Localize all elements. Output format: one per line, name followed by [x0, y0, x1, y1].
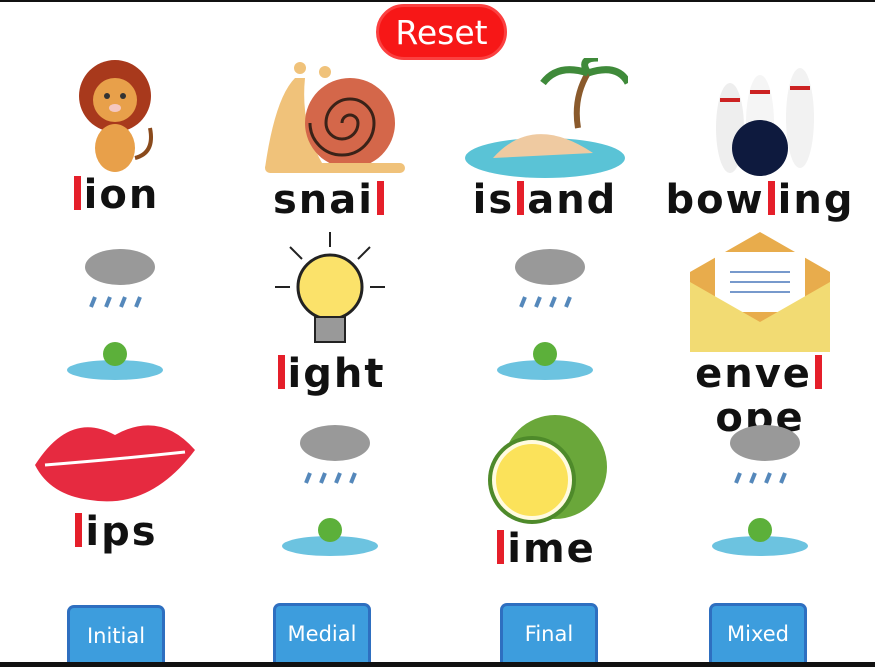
word-lips: ips [15, 510, 215, 554]
rain-frog-icon [282, 425, 378, 556]
card-lion[interactable]: ion [15, 58, 215, 217]
card-lips[interactable]: ips [15, 410, 215, 554]
card-lime[interactable]: ime [445, 412, 645, 571]
word-lion: ion [15, 173, 215, 217]
initial-button[interactable]: Initial [67, 605, 165, 663]
word-snail: snai [230, 178, 430, 222]
card-snail[interactable]: snai [230, 58, 430, 222]
rain-frog-icon [497, 249, 593, 380]
rain-frog-icon [712, 425, 808, 556]
envelope-icon [690, 232, 830, 352]
final-button[interactable]: Final [500, 603, 598, 662]
word-lime: ime [445, 527, 645, 571]
card-empty[interactable] [660, 418, 860, 563]
snail-icon [265, 62, 405, 173]
reset-button[interactable]: Reset [376, 4, 507, 60]
word-island: is and [472, 177, 618, 223]
word-bowling: bow ing [665, 177, 855, 223]
top-border [0, 0, 875, 2]
word-light: ight [230, 352, 430, 396]
lips-icon [35, 425, 195, 502]
card-bowling[interactable]: bow ing [660, 58, 860, 222]
lime-icon [488, 415, 607, 524]
card-envelope[interactable]: enveope [660, 232, 860, 440]
lightbulb-icon [275, 232, 385, 343]
card-light[interactable]: ight [230, 232, 430, 396]
card-empty[interactable] [15, 242, 215, 387]
island-icon [464, 58, 628, 178]
bottom-border [0, 662, 875, 667]
card-island[interactable]: is and [445, 58, 645, 222]
mixed-button[interactable]: Mixed [709, 603, 807, 662]
rain-frog-icon [67, 249, 163, 380]
card-empty[interactable] [230, 418, 430, 563]
bowling-icon [716, 68, 814, 176]
card-empty[interactable] [445, 242, 645, 387]
lion-icon [79, 60, 153, 172]
medial-button[interactable]: Medial [273, 603, 371, 662]
